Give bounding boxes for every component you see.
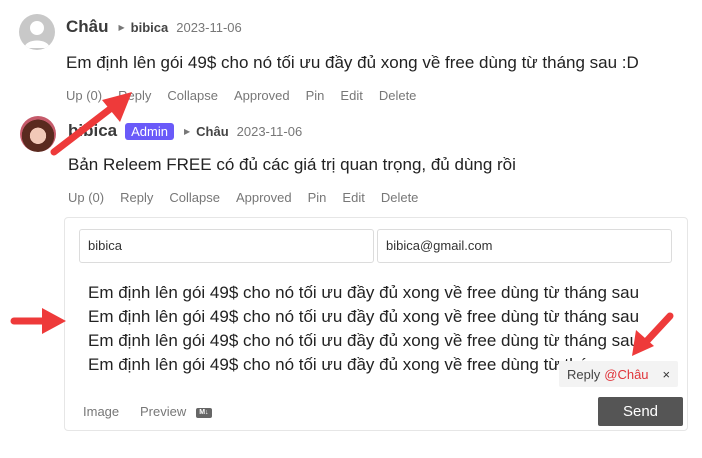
annotation-arrow-icon [632, 312, 674, 356]
markdown-icon: M↓ [195, 407, 212, 418]
edit-button[interactable]: Edit [342, 190, 364, 205]
comment-meta: Châu ▶ bibica 2023-11-06 [66, 17, 242, 37]
pin-button[interactable]: Pin [306, 88, 325, 103]
collapse-button[interactable]: Collapse [167, 88, 218, 103]
approved-button[interactable]: Approved [236, 190, 292, 205]
textarea-line: Em định lên gói 49$ cho nó tối ưu đầy đủ… [88, 283, 640, 302]
reply-target-tag: Reply @Châu × [559, 361, 679, 387]
name-input[interactable]: bibica [79, 229, 374, 263]
edit-button[interactable]: Edit [340, 88, 362, 103]
user-placeholder-icon [24, 21, 50, 48]
send-button[interactable]: Send [598, 397, 683, 426]
approved-button[interactable]: Approved [234, 88, 290, 103]
reply-to-arrow-icon: ▶ [118, 22, 125, 32]
pin-button[interactable]: Pin [308, 190, 327, 205]
comment-content: Bản Releem FREE có đủ các giá trị quan t… [68, 155, 516, 174]
comment-textarea[interactable]: Em định lên gói 49$ cho nó tối ưu đầy đủ… [88, 281, 639, 377]
delete-button[interactable]: Delete [379, 88, 417, 103]
image-button[interactable]: Image [83, 404, 119, 419]
textarea-line: Em định lên gói 49$ cho nó tối ưu đầy đủ… [88, 331, 640, 350]
preview-label: Preview [140, 404, 187, 419]
up-vote-button[interactable]: Up (0) [68, 190, 104, 205]
reply-to-arrow-icon: ▶ [183, 126, 191, 136]
reply-to-name[interactable]: Châu [196, 124, 229, 139]
preview-button[interactable]: Preview M↓ [140, 404, 212, 419]
comment-date: 2023-11-06 [236, 123, 303, 139]
reply-button[interactable]: Reply [120, 190, 153, 205]
comment-actions: Up (0) Reply Collapse Approved Pin Edit … [68, 190, 418, 205]
collapse-button[interactable]: Collapse [169, 190, 220, 205]
reply-tag-mention: @Châu [604, 366, 649, 382]
comment-date: 2023-11-06 [176, 19, 242, 35]
textarea-line: Em định lên gói 49$ cho nó tối ưu đầy đủ… [88, 307, 640, 326]
avatar [19, 14, 55, 50]
delete-button[interactable]: Delete [381, 190, 419, 205]
annotation-arrow-icon [10, 308, 66, 334]
annotation-arrow-icon [50, 92, 132, 156]
comment-content: Em định lên gói 49$ cho nó tối ưu đầy đủ… [66, 53, 639, 72]
reply-tag-label: Reply [567, 366, 601, 382]
email-input[interactable]: bibica@gmail.com [377, 229, 672, 263]
comment-author[interactable]: Châu [66, 17, 109, 37]
reply-to-name[interactable]: bibica [131, 20, 169, 35]
textarea-line: Em định lên gói 49$ cho nó tối ưu đầy đủ… [88, 355, 640, 374]
close-icon[interactable]: × [663, 367, 671, 382]
